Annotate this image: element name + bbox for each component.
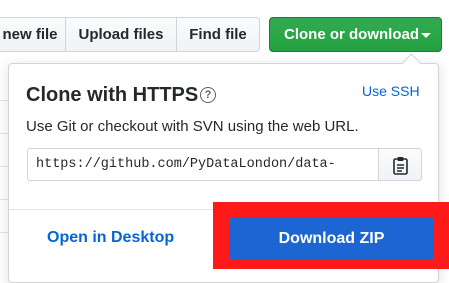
clone-panel-title: Clone with HTTPS [26, 84, 199, 106]
file-list-row-divider [0, 100, 8, 101]
question-circle-icon[interactable]: ? [200, 87, 216, 103]
file-list-row-divider [0, 199, 8, 200]
clone-or-download-button[interactable]: Clone or download [269, 17, 442, 52]
clone-or-download-label: Clone or download [284, 26, 419, 43]
file-list-row-divider [0, 166, 8, 167]
open-in-desktop-button[interactable]: Open in Desktop [47, 229, 174, 247]
use-ssh-link[interactable]: Use SSH [362, 83, 420, 99]
copy-url-button[interactable] [378, 148, 422, 181]
create-new-file-button[interactable]: new file [0, 17, 66, 52]
download-zip-button[interactable]: Download ZIP [229, 217, 434, 260]
upload-files-button[interactable]: Upload files [65, 17, 177, 52]
clipboard-icon [393, 157, 408, 175]
find-file-button[interactable]: Find file [176, 17, 260, 52]
file-list-row-divider [0, 232, 8, 233]
clone-panel-description: Use Git or checkout with SVN using the w… [26, 118, 359, 135]
file-list-row-divider [0, 133, 8, 134]
clone-url-input[interactable]: https://github.com/PyDataLondon/data- [27, 148, 379, 181]
caret-down-icon [421, 33, 431, 38]
